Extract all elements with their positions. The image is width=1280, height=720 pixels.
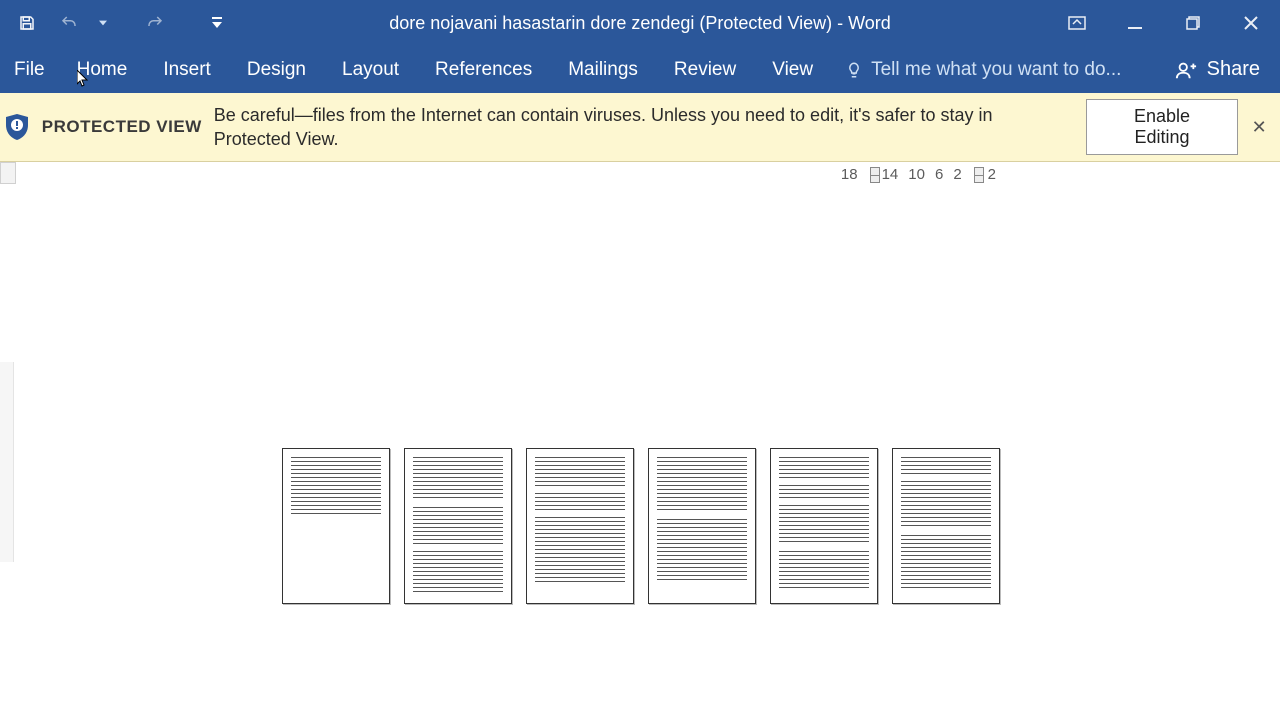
minimize-icon[interactable] (1106, 0, 1164, 46)
redo-icon[interactable] (138, 6, 172, 40)
page-thumbnail[interactable] (282, 448, 390, 604)
restore-icon[interactable] (1164, 0, 1222, 46)
protected-view-bar: PROTECTED VIEW Be careful—files from the… (0, 93, 1280, 162)
tab-file[interactable]: File (4, 46, 59, 93)
tab-review[interactable]: Review (656, 46, 754, 93)
horizontal-ruler[interactable]: 18 14 10 6 2 2 (0, 162, 1280, 192)
page-thumbnail[interactable] (770, 448, 878, 604)
tab-insert[interactable]: Insert (145, 46, 229, 93)
window-controls (1048, 0, 1280, 46)
page-thumbnail[interactable] (404, 448, 512, 604)
vertical-ruler[interactable] (0, 362, 14, 562)
tab-home[interactable]: Home (59, 46, 146, 93)
tab-view[interactable]: View (754, 46, 831, 93)
ruler-numbers: 18 14 10 6 2 2 (841, 166, 996, 183)
enable-editing-button[interactable]: Enable Editing (1086, 99, 1239, 155)
tab-mailings[interactable]: Mailings (550, 46, 656, 93)
title-bar: dore nojavani hasastarin dore zendegi (P… (0, 0, 1280, 46)
ruler-tick: 14 (882, 166, 899, 183)
page-thumbnail[interactable] (526, 448, 634, 604)
share-button[interactable]: Share (1155, 46, 1280, 93)
protected-view-label: PROTECTED VIEW (42, 117, 202, 137)
lightbulb-icon (845, 61, 863, 79)
shield-icon (4, 112, 30, 142)
ruler-tick: 2 (988, 166, 996, 183)
ruler-tick: 6 (935, 166, 943, 183)
quick-access-toolbar (0, 6, 226, 40)
indent-marker-icon[interactable] (972, 167, 984, 183)
ruler-tick: 2 (953, 166, 961, 183)
customize-qat-icon[interactable] (208, 17, 226, 29)
page-thumbnail[interactable] (892, 448, 1000, 604)
close-icon[interactable] (1222, 0, 1280, 46)
tab-layout[interactable]: Layout (324, 46, 417, 93)
page-thumbnail[interactable] (648, 448, 756, 604)
ribbon-tabs: File Home Insert Design Layout Reference… (0, 46, 1280, 93)
ruler-corner (0, 162, 16, 184)
tab-references[interactable]: References (417, 46, 550, 93)
ruler-tick: 10 (908, 166, 925, 183)
page-thumbnails (282, 448, 1000, 604)
window-title: dore nojavani hasastarin dore zendegi (P… (389, 13, 891, 34)
protected-view-message: Be careful—files from the Internet can c… (214, 103, 1074, 152)
ribbon-display-icon[interactable] (1048, 0, 1106, 46)
share-label: Share (1207, 58, 1260, 81)
save-icon[interactable] (10, 6, 44, 40)
indent-marker-icon[interactable] (868, 167, 880, 183)
tell-me-placeholder: Tell me what you want to do... (871, 59, 1121, 81)
undo-dropdown-icon[interactable] (94, 19, 112, 27)
tell-me-search[interactable]: Tell me what you want to do... (831, 46, 1121, 93)
tab-design[interactable]: Design (229, 46, 324, 93)
document-canvas[interactable] (0, 192, 1280, 720)
undo-icon[interactable] (52, 6, 86, 40)
protected-view-close-icon[interactable]: ✕ (1248, 116, 1270, 138)
ruler-tick: 18 (841, 166, 858, 183)
share-icon (1175, 59, 1197, 81)
